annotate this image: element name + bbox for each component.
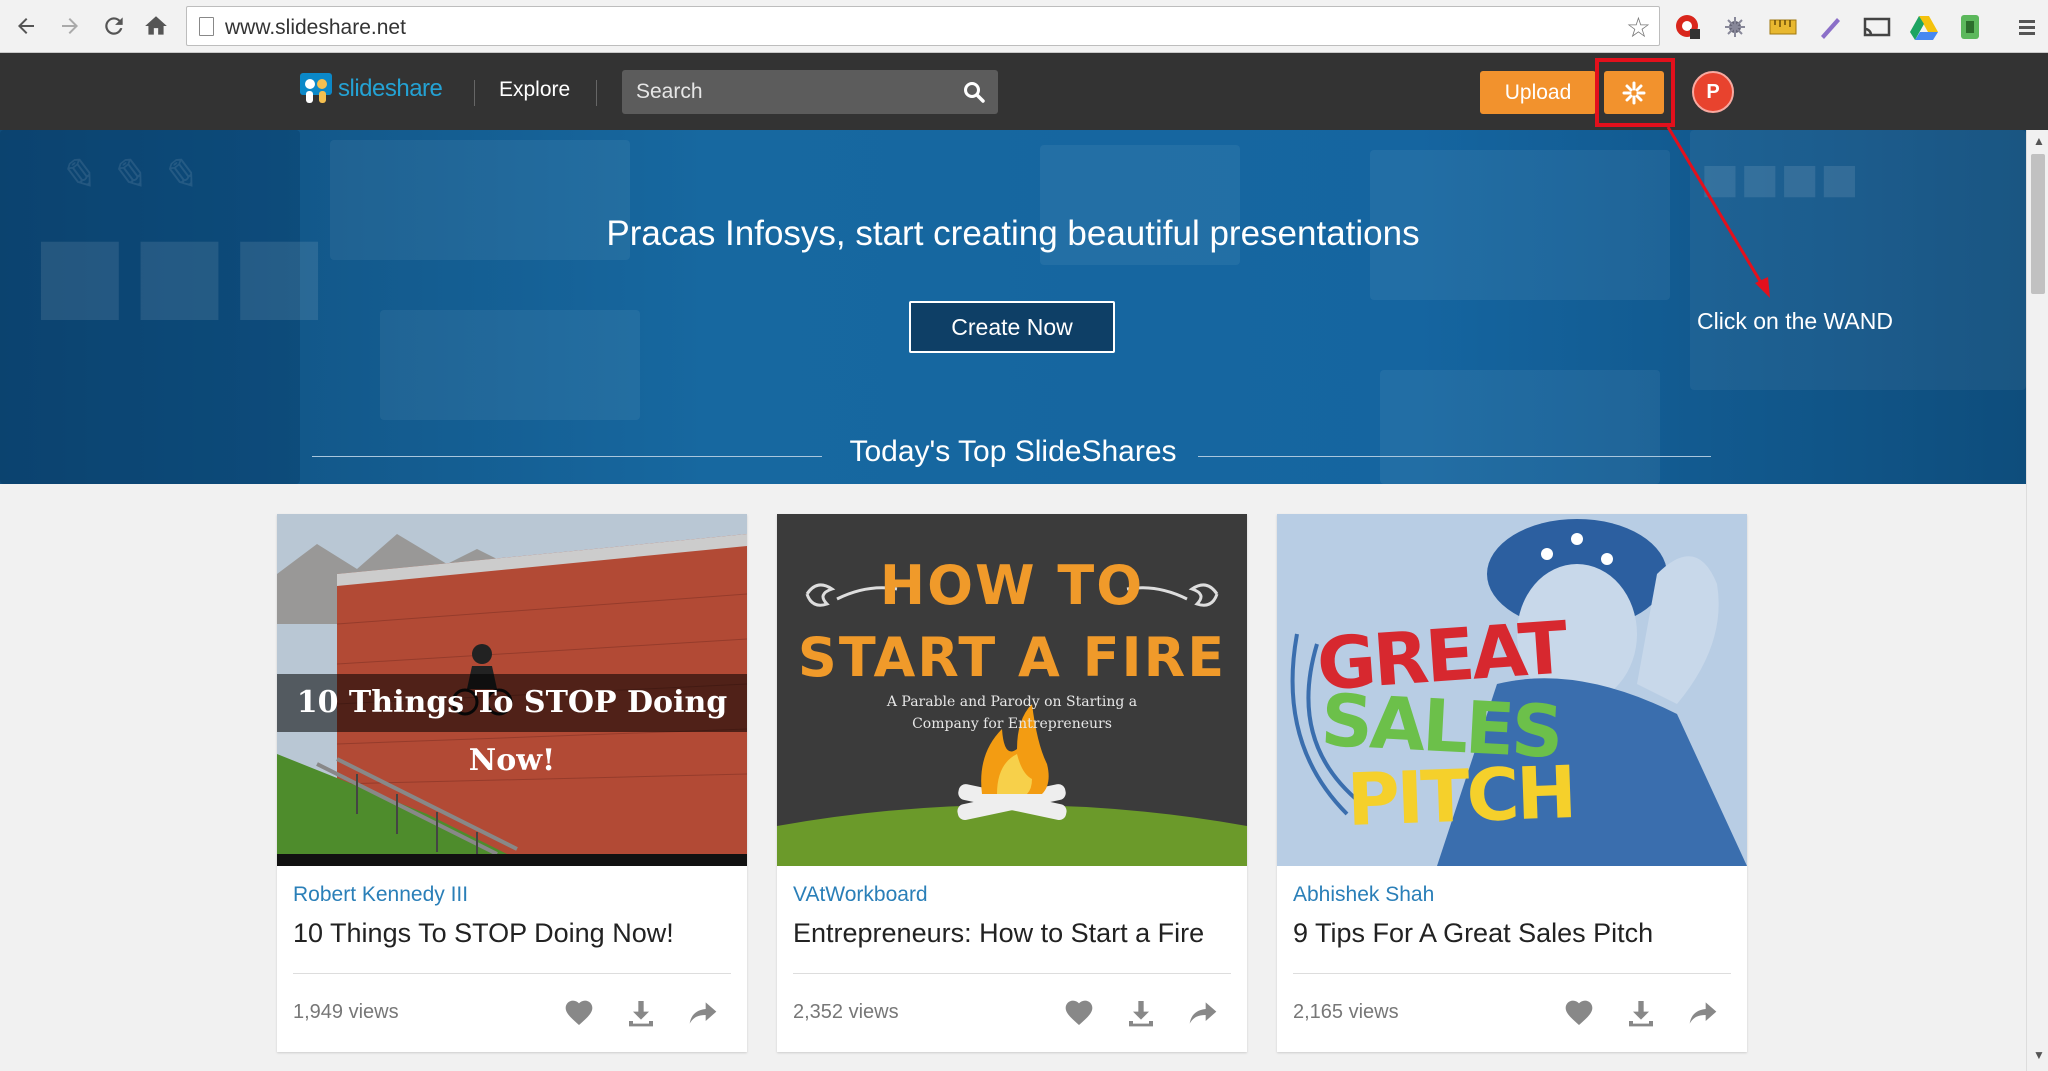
card-divider <box>1293 973 1731 974</box>
slideshow-title[interactable]: 9 Tips For A Great Sales Pitch <box>1293 918 1653 949</box>
background-tile <box>380 310 640 420</box>
reload-icon[interactable] <box>98 9 130 43</box>
slide-thumbnail[interactable]: GREAT SALES PITCH <box>1277 514 1747 866</box>
back-arrow-icon[interactable] <box>10 9 42 43</box>
background-decoration: ✎ ✎ ✎ <box>58 150 197 201</box>
card-divider <box>293 973 731 974</box>
slideshare-logo[interactable]: slideshare <box>298 71 443 107</box>
section-title: Today's Top SlideShares <box>849 435 1177 468</box>
google-drive-icon[interactable] <box>1909 12 1939 42</box>
slideshow-title[interactable]: Entrepreneurs: How to Start a Fire <box>793 918 1204 949</box>
evernote-extension-icon[interactable] <box>1955 12 1985 42</box>
page-icon <box>199 17 214 36</box>
browser-toolbar: www.slideshare.net ☆ <box>0 0 2048 53</box>
search-icon[interactable] <box>962 80 986 104</box>
slideshow-card[interactable]: HOW TO START A FIRE A Parable and Parody… <box>777 514 1247 1052</box>
adblock-extension-icon[interactable] <box>1673 12 1703 42</box>
slideshow-card[interactable]: GREAT SALES PITCH Abhishek Shah 9 Tips F… <box>1277 514 1747 1052</box>
explore-link[interactable]: Explore <box>499 78 570 102</box>
slideshare-logo-icon <box>300 73 332 103</box>
download-icon[interactable] <box>1125 997 1157 1029</box>
like-heart-icon[interactable] <box>1063 997 1095 1029</box>
author-link[interactable]: Abhishek Shah <box>1293 883 1434 907</box>
pen-extension-icon[interactable] <box>1815 12 1845 42</box>
forward-arrow-icon[interactable] <box>54 9 86 43</box>
chrome-menu-icon[interactable] <box>2012 12 2042 42</box>
view-count: 1,949 views <box>293 1001 399 1023</box>
slide-thumbnail[interactable]: HOW TO START A FIRE A Parable and Parody… <box>777 514 1247 866</box>
download-icon[interactable] <box>625 997 657 1029</box>
card-divider <box>793 973 1231 974</box>
header-separator <box>474 80 475 106</box>
scroll-thumb[interactable] <box>2031 154 2045 294</box>
bookmark-star-icon[interactable]: ☆ <box>1626 11 1651 44</box>
logo-text: slideshare <box>338 75 443 102</box>
create-now-button[interactable]: Create Now <box>909 301 1115 353</box>
view-count: 2,352 views <box>793 1001 899 1023</box>
home-icon[interactable] <box>140 9 172 43</box>
thumbnail-caption: 10 Things To STOP Doing Now! <box>277 674 747 778</box>
header-separator <box>596 80 597 106</box>
url-text[interactable]: www.slideshare.net <box>225 16 406 40</box>
like-heart-icon[interactable] <box>563 997 595 1029</box>
thumbnail-subtitle-line1: A Parable and Parody on Starting a <box>886 694 1138 710</box>
cast-extension-icon[interactable] <box>1862 12 1892 42</box>
search-box[interactable] <box>622 70 998 114</box>
address-bar[interactable]: www.slideshare.net ☆ <box>186 6 1660 46</box>
thumbnail-heading-line1: HOW TO <box>879 554 1145 617</box>
share-arrow-icon[interactable] <box>1187 997 1219 1029</box>
slideshow-card[interactable]: 10 Things To STOP Doing Now! Robert Kenn… <box>277 514 747 1052</box>
upload-button[interactable]: Upload <box>1480 71 1596 114</box>
scroll-down-arrow-icon[interactable]: ▼ <box>2033 1048 2045 1062</box>
share-arrow-icon[interactable] <box>1687 997 1719 1029</box>
site-header: slideshare Explore Upload P <box>0 53 2048 130</box>
thumbnail-subtitle-line2: Company for Entrepreneurs <box>912 716 1112 732</box>
slideshow-title[interactable]: 10 Things To STOP Doing Now! <box>293 918 674 949</box>
author-link[interactable]: Robert Kennedy III <box>293 883 468 907</box>
user-avatar[interactable]: P <box>1692 71 1734 113</box>
hero-banner: ✎ ✎ ✎ ◼◼◼ ◼◼◼◼ Pracas Infosys, start cre… <box>0 130 2026 484</box>
thumbnail-heading-line2: START A FIRE <box>797 626 1227 689</box>
page-scrollbar[interactable]: ▲ ▼ <box>2026 130 2048 1071</box>
bug-extension-icon[interactable] <box>1720 12 1750 42</box>
view-count: 2,165 views <box>1293 1001 1399 1023</box>
share-arrow-icon[interactable] <box>687 997 719 1029</box>
ruler-extension-icon[interactable] <box>1768 12 1798 42</box>
hero-title: Pracas Infosys, start creating beautiful… <box>606 214 1420 253</box>
wand-highlight-box <box>1595 58 1675 127</box>
scroll-up-arrow-icon[interactable]: ▲ <box>2033 134 2045 148</box>
search-input[interactable] <box>622 70 952 114</box>
like-heart-icon[interactable] <box>1563 997 1595 1029</box>
thumbnail-word-pitch: PITCH <box>1345 750 1576 842</box>
annotation-note: Click on the WAND <box>1697 308 1893 334</box>
slide-thumbnail[interactable]: 10 Things To STOP Doing Now! <box>277 514 747 866</box>
download-icon[interactable] <box>1625 997 1657 1029</box>
author-link[interactable]: VAtWorkboard <box>793 883 928 907</box>
background-decoration: ◼◼◼◼ <box>1700 150 1860 206</box>
